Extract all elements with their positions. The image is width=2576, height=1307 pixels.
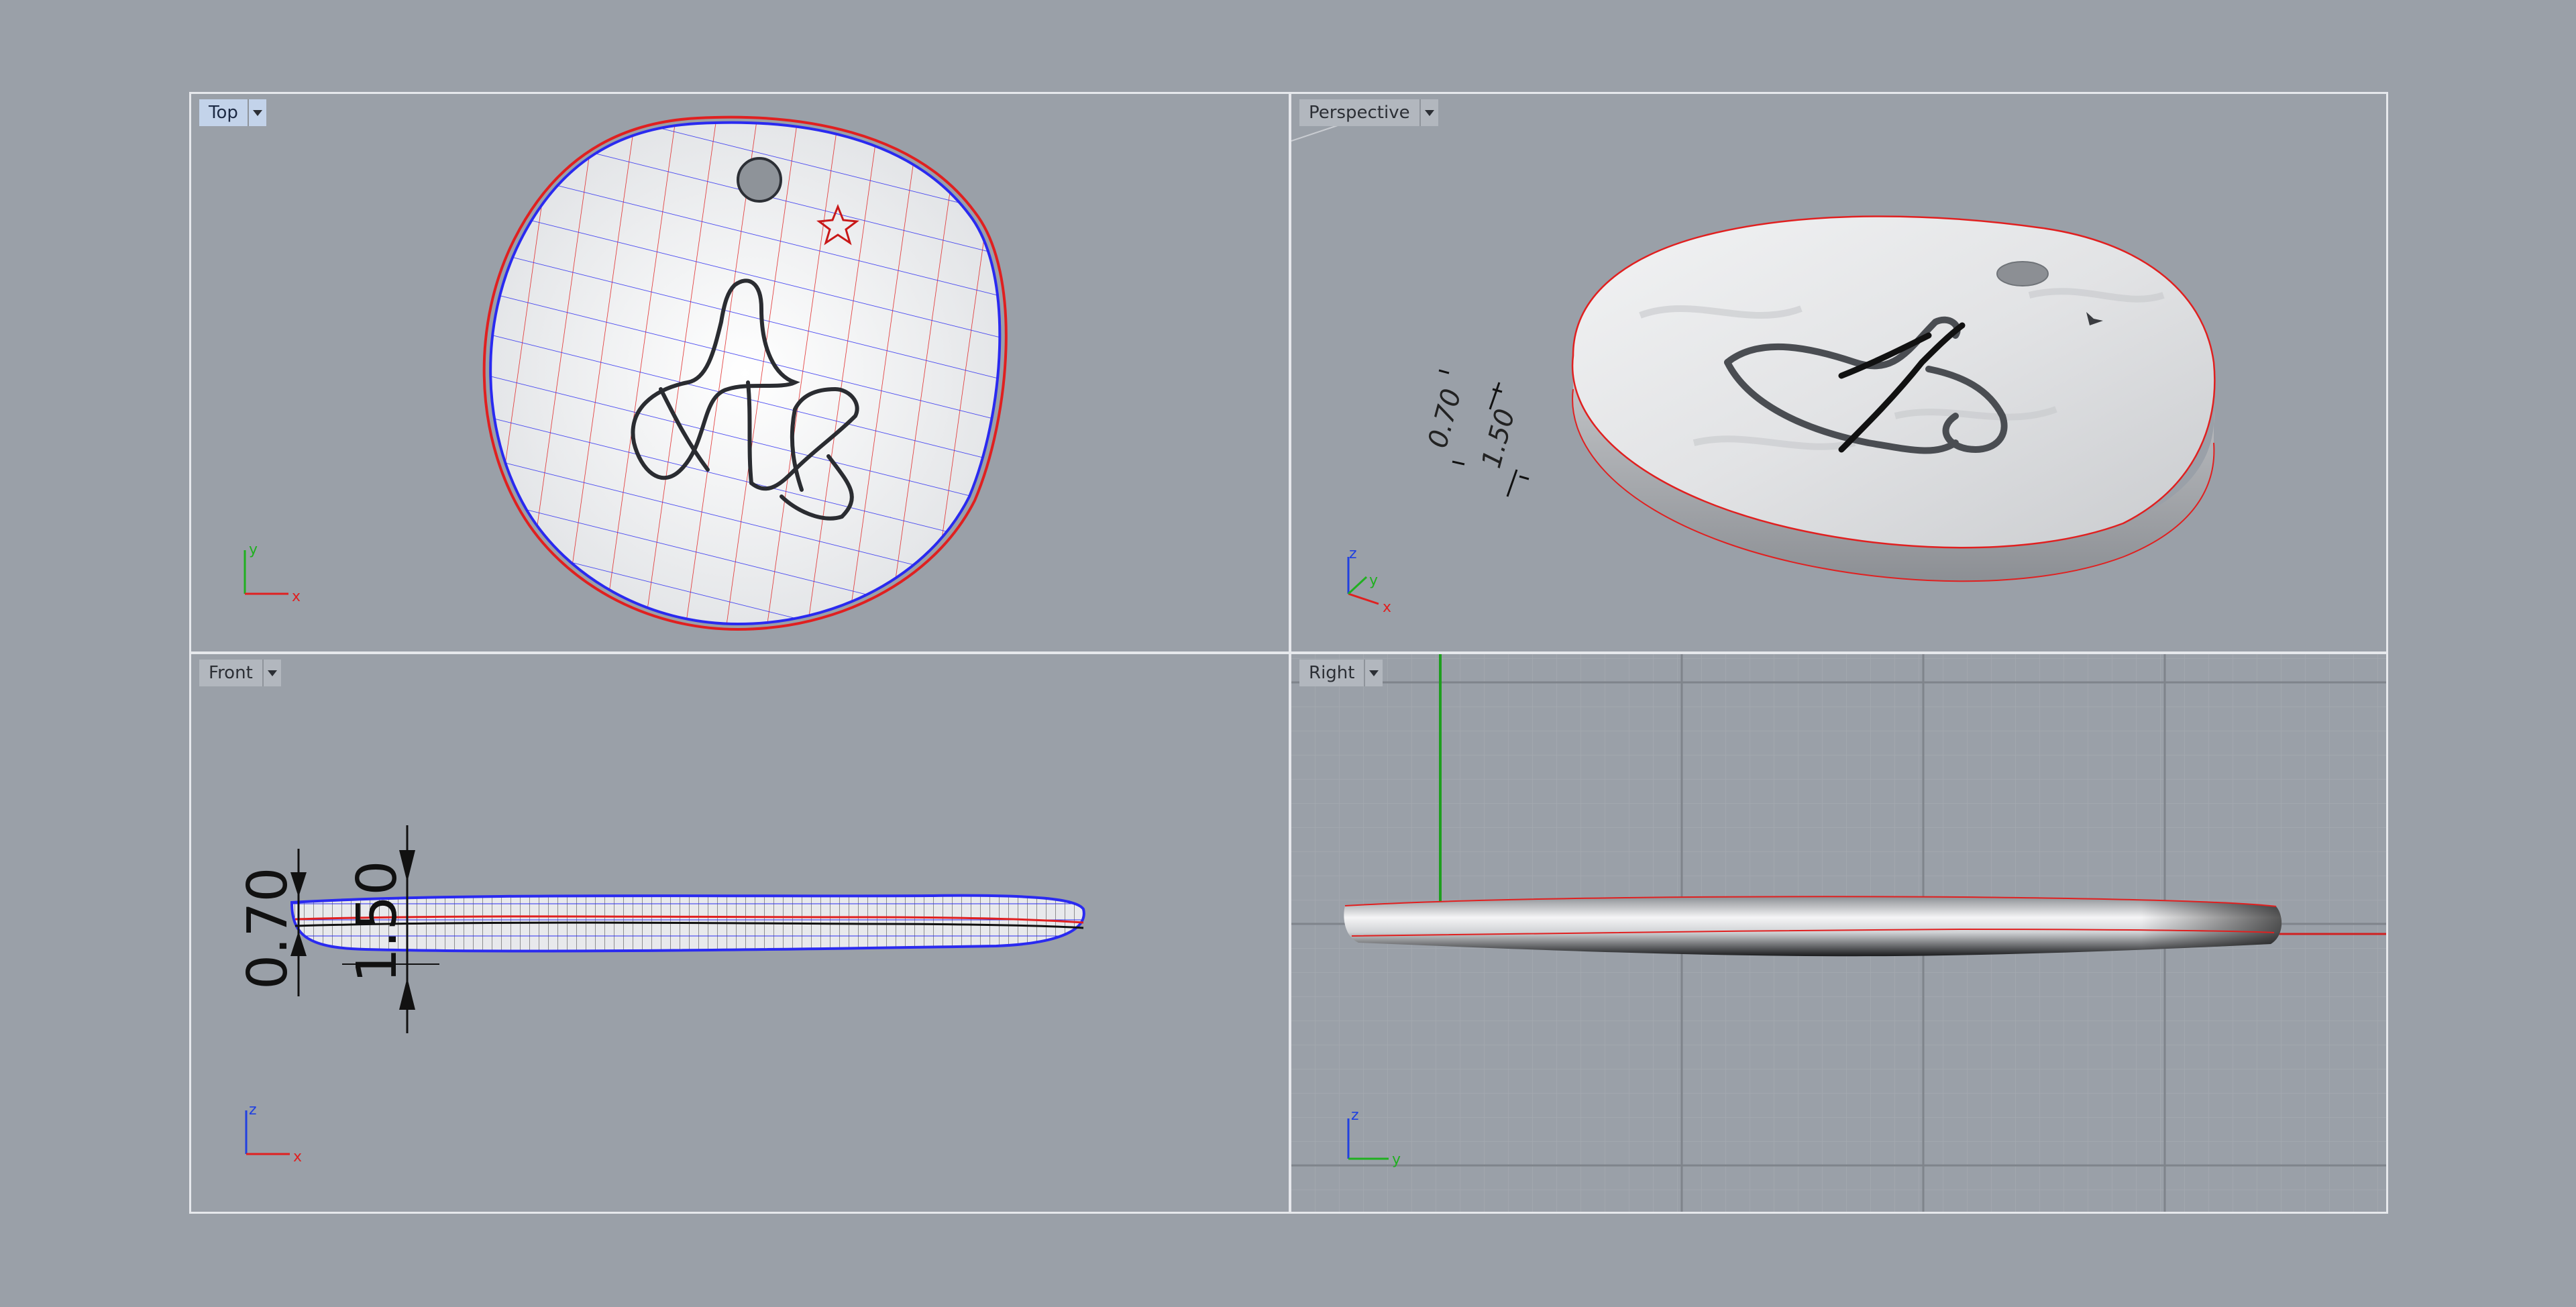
perspective-axis-x-label: x (1383, 599, 1391, 616)
dimension-outer-front: 1.50 (345, 860, 409, 983)
chevron-down-icon[interactable] (1419, 99, 1438, 126)
dimension-inner-front: 0.70 (236, 867, 300, 990)
viewport-tab-front-label: Front (199, 660, 262, 686)
top-axis-x-label: x (292, 588, 301, 605)
viewport-tab-right[interactable]: Right (1299, 660, 1383, 686)
right-viewport[interactable]: z y Right (1291, 654, 2386, 1212)
perspective-axis-y-label: y (1369, 572, 1378, 589)
viewport-tab-perspective[interactable]: Perspective (1299, 99, 1438, 126)
right-view-canvas[interactable]: z y (1291, 654, 2386, 1212)
right-axis-z-label: z (1351, 1107, 1359, 1124)
chevron-down-icon[interactable] (1364, 660, 1383, 686)
right-axis-y-label: y (1392, 1151, 1401, 1168)
dimension-inner-perspective: 0.70 (1422, 386, 1467, 452)
front-axis-indicator: z x (245, 1102, 302, 1165)
front-axis-z-label: z (249, 1102, 257, 1118)
viewport-tab-top[interactable]: Top (199, 99, 266, 126)
top-axis-y-label: y (249, 541, 258, 558)
viewport-tab-right-label: Right (1299, 660, 1364, 686)
perspective-axis-indicator: z y x (1347, 545, 1391, 616)
chevron-down-icon[interactable] (262, 660, 281, 686)
top-axis-indicator: y x (244, 541, 301, 605)
pendant-hole-perspective[interactable] (1996, 261, 2049, 286)
viewport-tab-perspective-label: Perspective (1299, 99, 1419, 126)
top-viewport[interactable]: y x Top (191, 94, 1289, 651)
perspective-viewport[interactable]: 0.70 1.50 z y x Perspective (1291, 94, 2386, 651)
top-view-canvas[interactable]: y x (191, 94, 1289, 651)
dimension-annotations: 0.70 1.50 (1422, 369, 1529, 497)
dimension-outer-perspective: 1.50 (1476, 406, 1521, 472)
perspective-axis-z-label: z (1349, 545, 1357, 562)
perspective-view-canvas[interactable]: 0.70 1.50 z y x (1291, 94, 2386, 651)
viewport-tab-front[interactable]: Front (199, 660, 281, 686)
pendant-hole[interactable] (737, 157, 782, 203)
front-view-canvas[interactable]: 0.70 1.50 z x (191, 654, 1289, 1212)
chevron-down-icon[interactable] (247, 99, 266, 126)
viewport-divider-horizontal[interactable] (189, 651, 2388, 654)
viewport-tab-top-label: Top (199, 99, 248, 126)
front-viewport[interactable]: 0.70 1.50 z x Front (191, 654, 1289, 1212)
front-axis-x-label: x (293, 1149, 302, 1165)
